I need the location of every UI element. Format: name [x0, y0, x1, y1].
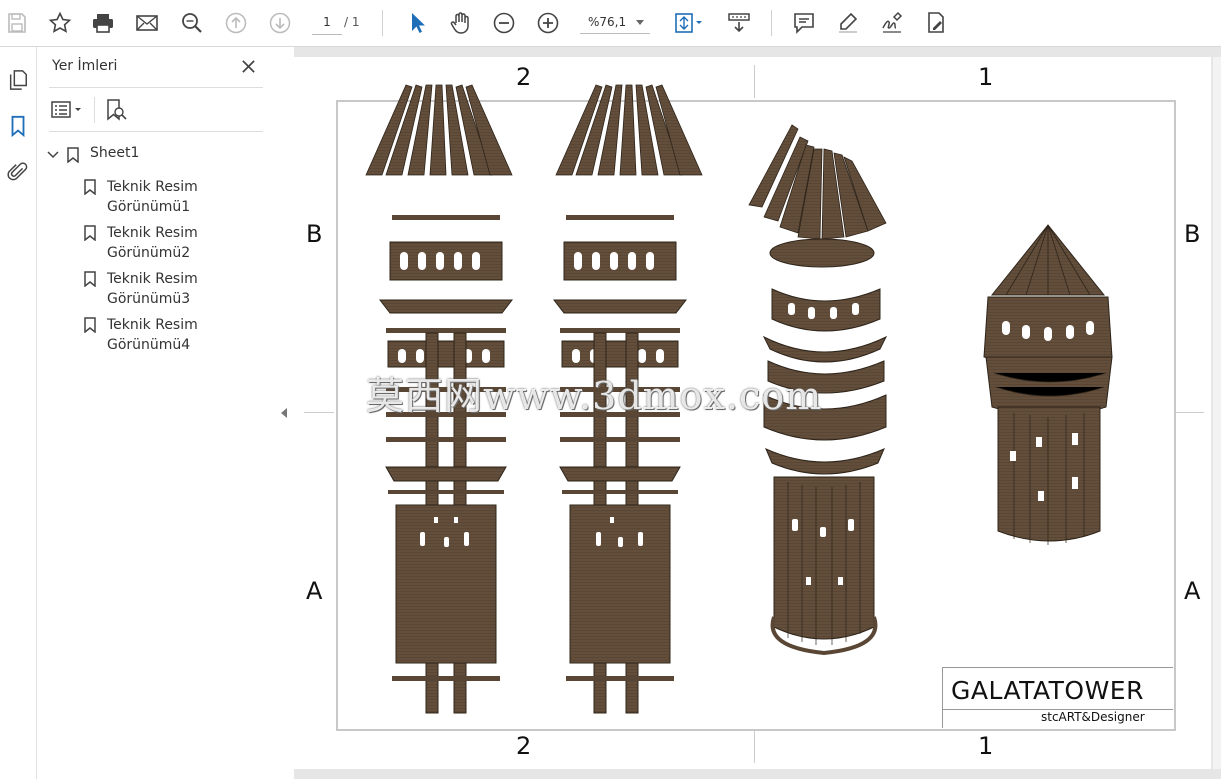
- toolbar-divider: [771, 10, 772, 36]
- bookmark-label: Teknik Resim: [107, 179, 198, 195]
- options-button[interactable]: [51, 97, 83, 123]
- bookmark-item[interactable]: Teknik Resim Görünümü1: [84, 177, 198, 217]
- divider: [49, 131, 263, 132]
- bookmark-item[interactable]: Teknik Resim Görünümü4: [84, 315, 198, 355]
- list-options-icon: [51, 101, 81, 118]
- page-down-icon[interactable]: [265, 8, 295, 38]
- highlight-icon[interactable]: [833, 8, 863, 38]
- bookmark-icon: [84, 179, 96, 195]
- watermark: 莫西网www.3dmox.com: [366, 374, 823, 418]
- bookmark-item[interactable]: Teknik Resim Görünümü3: [84, 269, 198, 309]
- page-total: / 1: [344, 15, 360, 29]
- hand-icon[interactable]: [445, 8, 475, 38]
- bookmark-icon: [84, 317, 96, 333]
- scroll-mode-icon[interactable]: [724, 8, 754, 38]
- bookmark-item[interactable]: Teknik Resim Görünümü2: [84, 223, 198, 263]
- zoom-out-icon[interactable]: [489, 8, 519, 38]
- pdf-page: 2 1 2 1 B A B A GALATATOWER stcART&Desig…: [294, 57, 1211, 769]
- zoom-select[interactable]: %76,1: [580, 10, 650, 34]
- find-icon[interactable]: [177, 8, 207, 38]
- comment-icon[interactable]: [789, 8, 819, 38]
- bookmark-label: Teknik Resim: [107, 271, 198, 287]
- document-viewer[interactable]: 2 1 2 1 B A B A GALATATOWER stcART&Desig…: [294, 47, 1221, 779]
- email-icon[interactable]: [132, 8, 162, 38]
- title-block: GALATATOWER stcART&Designer: [942, 667, 1173, 728]
- new-bookmark-button[interactable]: [105, 97, 127, 123]
- attachments-icon[interactable]: [3, 157, 33, 187]
- collapse-arrow-icon: [281, 408, 287, 418]
- select-cursor-icon[interactable]: [402, 8, 432, 38]
- divider: [94, 97, 95, 123]
- close-icon[interactable]: [237, 55, 259, 77]
- bookmark-icon: [84, 225, 96, 241]
- bookmark-root[interactable]: Sheet1: [47, 145, 139, 163]
- page-number-input[interactable]: 1: [312, 10, 342, 35]
- save-icon[interactable]: [2, 8, 32, 38]
- chevron-down-icon[interactable]: [47, 149, 59, 161]
- bookmark-root-label: Sheet1: [90, 145, 140, 161]
- bookmark-label: Görünümü4: [107, 337, 191, 353]
- drawing-author: stcART&Designer: [1041, 710, 1145, 724]
- zoom-in-icon[interactable]: [533, 8, 563, 38]
- pages-icon[interactable]: [3, 65, 33, 95]
- assembled-tower-view: [983, 224, 1113, 545]
- bookmarks-panel: Yer İmleri Sheet1 Teknik Resim Görünümü1…: [37, 47, 276, 779]
- vertical-scrollbar[interactable]: [1213, 57, 1221, 769]
- drawing-title: GALATATOWER: [951, 676, 1144, 705]
- bookmark-label: Teknik Resim: [107, 225, 198, 241]
- bookmark-star-icon[interactable]: [45, 8, 75, 38]
- bookmarks-icon[interactable]: [3, 111, 33, 141]
- fill-sign-icon[interactable]: [921, 8, 951, 38]
- bookmark-label: Görünümü2: [107, 245, 191, 261]
- panel-title: Yer İmleri: [52, 58, 118, 74]
- print-icon[interactable]: [88, 8, 118, 38]
- add-bookmark-icon: [107, 99, 127, 121]
- bookmark-icon: [67, 147, 79, 163]
- panel-collapse-handle[interactable]: [275, 47, 294, 779]
- bookmark-label: Teknik Resim: [107, 317, 198, 333]
- left-rail: [0, 47, 37, 779]
- toolbar-divider: [382, 10, 383, 36]
- page-up-icon[interactable]: [221, 8, 251, 38]
- bookmark-label: Görünümü3: [107, 291, 191, 307]
- toolbar: 1 / 1 %76,1: [0, 0, 1221, 47]
- chevron-down-icon: [636, 20, 644, 25]
- fit-page-icon[interactable]: [668, 8, 708, 38]
- divider: [49, 87, 263, 88]
- bookmark-label: Görünümü1: [107, 199, 191, 215]
- bookmark-icon: [84, 271, 96, 287]
- zoom-value: %76,1: [588, 14, 627, 29]
- sign-icon[interactable]: [877, 8, 907, 38]
